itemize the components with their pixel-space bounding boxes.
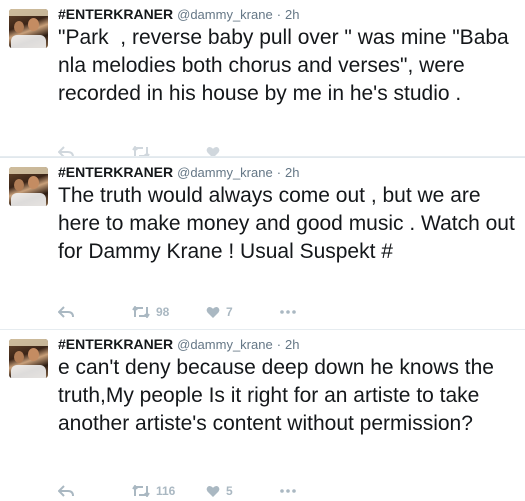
reply-icon	[58, 485, 74, 497]
reply-icon	[58, 146, 74, 156]
reply-button[interactable]	[58, 146, 132, 156]
tweet-actions: 116 5	[58, 481, 310, 501]
separator-dot: ·	[276, 165, 282, 180]
avatar-cloth	[11, 35, 46, 48]
avatar-face	[14, 351, 24, 363]
display-name[interactable]: #ENTERKRANER	[58, 164, 173, 180]
avatar-face	[28, 176, 39, 189]
heart-icon	[206, 485, 220, 497]
avatar-face	[28, 18, 39, 31]
avatar-face	[14, 179, 24, 191]
tweet-header: #ENTERKRANER @dammy_krane · 2h	[58, 6, 300, 24]
heart-icon	[206, 306, 220, 318]
tweet-text: The truth would always come out , but we…	[58, 184, 521, 263]
avatar-band	[9, 339, 48, 346]
retweet-count: 116	[156, 484, 176, 498]
separator-dot: ·	[276, 337, 282, 352]
more-button[interactable]	[280, 310, 310, 314]
tweet-2[interactable]: #ENTERKRANER @dammy_krane · 2h The truth…	[0, 157, 525, 330]
display-name[interactable]: #ENTERKRANER	[58, 6, 173, 22]
avatar-face	[14, 21, 24, 33]
like-count: 5	[226, 484, 233, 498]
like-button[interactable]: 5	[206, 484, 280, 498]
avatar[interactable]	[9, 167, 48, 206]
display-name[interactable]: #ENTERKRANER	[58, 336, 173, 352]
tweet-actions: 98 7	[58, 302, 310, 322]
more-button[interactable]	[280, 489, 310, 493]
retweet-icon	[132, 146, 150, 156]
more-dots-icon	[280, 310, 296, 314]
username[interactable]: @dammy_krane	[177, 337, 273, 352]
like-button[interactable]	[206, 146, 280, 156]
tweet-header: #ENTERKRANER @dammy_krane · 2h	[58, 164, 300, 182]
like-count: 7	[226, 305, 233, 319]
avatar-cloth	[11, 193, 46, 206]
separator-dot: ·	[276, 7, 282, 22]
like-button[interactable]: 7	[206, 305, 280, 319]
retweet-icon	[132, 306, 150, 318]
retweet-button[interactable]: 116	[132, 484, 206, 498]
timestamp[interactable]: 2h	[285, 165, 299, 180]
tweet-text: e can't deny because deep down he knows …	[58, 356, 500, 435]
avatar[interactable]	[9, 9, 48, 48]
reply-button[interactable]	[58, 485, 132, 497]
timestamp[interactable]: 2h	[285, 337, 299, 352]
avatar-face	[28, 348, 39, 361]
retweet-button[interactable]: 98	[132, 305, 206, 319]
avatar[interactable]	[9, 339, 48, 378]
username[interactable]: @dammy_krane	[177, 7, 273, 22]
tweet-actions	[58, 142, 280, 156]
timestamp[interactable]: 2h	[285, 7, 299, 22]
avatar-cloth	[11, 365, 46, 378]
reply-icon	[58, 306, 74, 318]
retweet-count: 98	[156, 305, 170, 319]
retweet-icon	[132, 485, 150, 497]
avatar-band	[9, 167, 48, 174]
tweet-1[interactable]: #ENTERKRANER @dammy_krane · 2h "Park , r…	[0, 0, 525, 157]
heart-icon	[206, 146, 220, 156]
more-dots-icon	[280, 489, 296, 493]
tweet-text: "Park , reverse baby pull over " was min…	[58, 26, 515, 105]
reply-button[interactable]	[58, 306, 132, 318]
avatar-band	[9, 9, 48, 16]
tweet-header: #ENTERKRANER @dammy_krane · 2h	[58, 336, 300, 354]
tweet-3[interactable]: #ENTERKRANER @dammy_krane · 2h e can't d…	[0, 330, 525, 501]
username[interactable]: @dammy_krane	[177, 165, 273, 180]
retweet-button[interactable]	[132, 146, 206, 156]
